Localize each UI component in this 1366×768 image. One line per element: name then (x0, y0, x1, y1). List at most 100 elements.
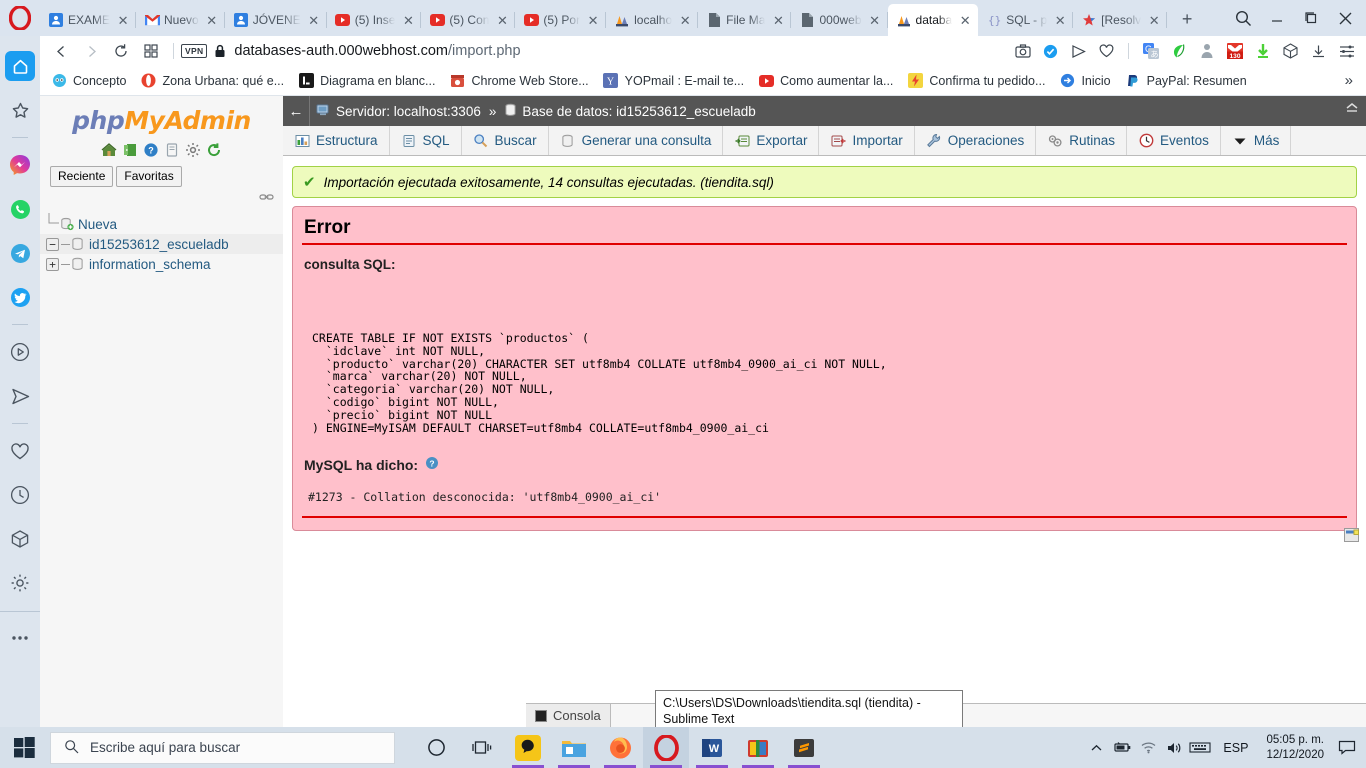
close-icon[interactable]: ✕ (1051, 11, 1069, 29)
browser-tab-10[interactable]: {} SQL - p ✕ (978, 4, 1074, 36)
bookmarks-overflow-button[interactable]: » (1336, 72, 1362, 89)
tree-item-nueva[interactable]: Nueva (40, 212, 283, 234)
help-circle-icon[interactable]: ? (425, 456, 439, 473)
breadcrumb-back-button[interactable]: ← (283, 103, 309, 120)
tab-favoritas[interactable]: Favoritas (116, 166, 182, 187)
close-icon[interactable]: ✕ (769, 11, 787, 29)
window-panel-icon[interactable] (1344, 528, 1360, 542)
breadcrumb-server[interactable]: Servidor: localhost:3306 (310, 103, 487, 120)
tab-mas[interactable]: Más (1221, 126, 1292, 155)
bookmark-diagrama[interactable]: Diagrama en blanc... (291, 71, 442, 91)
tab-sql[interactable]: SQL (390, 126, 462, 155)
heart-icon[interactable] (5, 436, 35, 466)
heart-icon[interactable] (1093, 38, 1120, 64)
collapse-icon[interactable] (1344, 100, 1360, 117)
refresh-icon[interactable] (206, 141, 223, 158)
back-arrow-icon[interactable] (46, 38, 76, 64)
forward-arrow-icon[interactable] (76, 38, 106, 64)
bookmark-chrome-web-store[interactable]: Chrome Web Store... (442, 71, 595, 91)
send-icon[interactable] (1065, 38, 1092, 64)
tab-rutinas[interactable]: Rutinas (1036, 126, 1128, 155)
browser-tab-6[interactable]: localho ✕ (606, 4, 699, 36)
tab-eventos[interactable]: Eventos (1127, 126, 1221, 155)
tree-item-information-schema[interactable]: + information_schema (40, 254, 283, 274)
bookmark-paypal[interactable]: PayPal: Resumen (1118, 71, 1254, 91)
person-icon[interactable] (1193, 38, 1220, 64)
close-icon[interactable]: ✕ (203, 11, 221, 29)
task-view-icon[interactable] (459, 727, 505, 768)
menu-icon[interactable] (1333, 38, 1360, 64)
tiles-icon[interactable] (136, 38, 166, 64)
opera-icon[interactable] (643, 727, 689, 768)
tree-item-id15253612-escueladb[interactable]: − id15253612_escueladb (40, 234, 283, 254)
browser-tab-7[interactable]: File Ma ✕ (698, 4, 792, 36)
telegram-icon[interactable] (5, 238, 35, 268)
minimize-button[interactable] (1260, 3, 1294, 33)
close-icon[interactable]: ✕ (305, 11, 323, 29)
send-plane-icon[interactable] (5, 381, 35, 411)
search-icon[interactable] (1226, 3, 1260, 33)
bookmark-yopmail[interactable]: Y YOPmail : E-mail te... (596, 71, 751, 91)
bookmark-concepto[interactable]: Concepto (44, 71, 134, 91)
link-chain-icon[interactable] (259, 191, 274, 206)
keyboard-icon[interactable] (1187, 727, 1213, 768)
file-explorer-icon[interactable] (551, 727, 597, 768)
browser-tab-4[interactable]: (5) Con ✕ (421, 4, 516, 36)
tab-reciente[interactable]: Reciente (50, 166, 114, 187)
tab-exportar[interactable]: Exportar (723, 126, 820, 155)
reload-icon[interactable] (106, 38, 136, 64)
taskbar-search-input[interactable]: Escribe aquí para buscar (50, 731, 395, 764)
leaf-icon[interactable] (1165, 38, 1192, 64)
close-icon[interactable]: ✕ (1145, 11, 1163, 29)
home-icon[interactable] (101, 141, 118, 158)
logout-icon[interactable] (122, 141, 139, 158)
close-button[interactable] (1328, 3, 1362, 33)
chevron-up-icon[interactable] (1083, 727, 1109, 768)
close-icon[interactable]: ✕ (866, 11, 884, 29)
browser-tab-1[interactable]: Nuevo ✕ (136, 4, 225, 36)
tree-collapse-toggle[interactable]: − (46, 237, 59, 251)
history-clock-icon[interactable] (5, 480, 35, 510)
notification-icon[interactable] (1332, 727, 1362, 768)
bookmark-confirma-pedido[interactable]: Confirma tu pedido... (900, 71, 1052, 91)
whatsapp-icon[interactable] (5, 194, 35, 224)
clock[interactable]: 05:05 p. m. 12/12/2020 (1258, 733, 1332, 763)
console-toggle[interactable]: Consola (526, 704, 611, 727)
bookmark-zona-urbana[interactable]: Zona Urbana: qué e... (134, 71, 292, 91)
tab-importar[interactable]: Importar (819, 126, 915, 155)
tab-buscar[interactable]: Buscar (462, 126, 549, 155)
more-dots-icon[interactable] (5, 623, 35, 653)
sublime-text-icon[interactable] (781, 727, 827, 768)
close-icon[interactable]: ✕ (493, 11, 511, 29)
tree-expand-toggle[interactable]: + (46, 257, 59, 271)
tab-generar-consulta[interactable]: Generar una consulta (549, 126, 724, 155)
vpn-badge[interactable]: VPN (181, 44, 208, 58)
winrar-icon[interactable] (735, 727, 781, 768)
close-icon[interactable]: ✕ (114, 11, 132, 29)
breadcrumb-database[interactable]: Base de datos: id15253612_escueladb (498, 103, 761, 120)
firefox-icon[interactable] (597, 727, 643, 768)
download-icon[interactable] (1305, 38, 1332, 64)
snapshot-icon[interactable] (1009, 38, 1036, 64)
browser-tab-5[interactable]: (5) Por ✕ (515, 4, 607, 36)
download-green-icon[interactable] (1249, 38, 1276, 64)
cortana-icon[interactable] (413, 727, 459, 768)
url-text[interactable]: databases-auth.000webhost.com/import.php (234, 43, 520, 59)
cube-icon[interactable] (1277, 38, 1304, 64)
favorites-star-icon[interactable] (5, 95, 35, 125)
browser-tab-9-active[interactable]: databa ✕ (887, 4, 979, 36)
close-icon[interactable]: ✕ (956, 11, 974, 29)
app-yellow-icon[interactable] (505, 727, 551, 768)
close-icon[interactable]: ✕ (584, 11, 602, 29)
gmail-badge-icon[interactable]: 130 (1221, 38, 1248, 64)
close-icon[interactable]: ✕ (676, 11, 694, 29)
browser-tab-0[interactable]: EXAME ✕ (40, 4, 137, 36)
tab-estructura[interactable]: Estructura (283, 126, 390, 155)
new-tab-button[interactable]: + (1173, 5, 1201, 33)
lock-icon[interactable] (214, 44, 226, 58)
player-icon[interactable] (5, 337, 35, 367)
pma-logo[interactable]: phpMyAdmin (40, 96, 283, 135)
word-icon[interactable]: W (689, 727, 735, 768)
opera-menu-button[interactable] (0, 0, 40, 36)
browser-tab-3[interactable]: (5) Inse ✕ (327, 4, 422, 36)
